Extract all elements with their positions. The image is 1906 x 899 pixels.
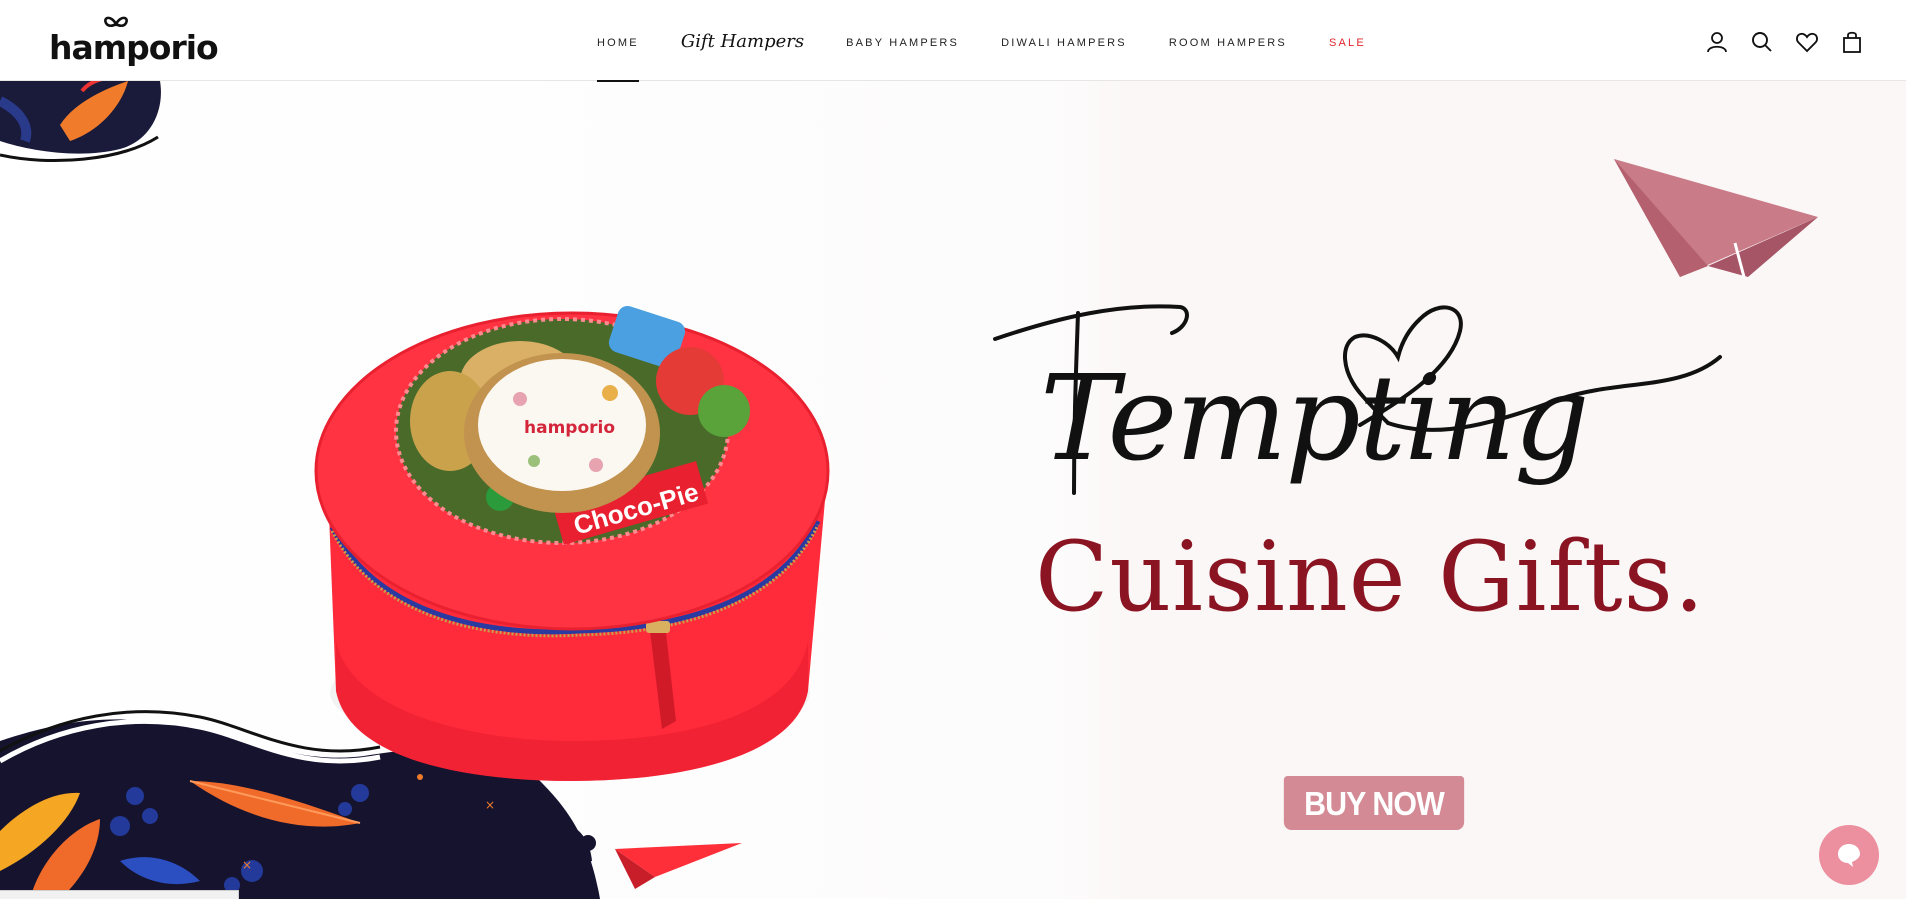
red-paper-plane-decoration bbox=[615, 843, 742, 889]
hero-headline-tempting: Tempting bbox=[1040, 349, 1589, 487]
chat-bubble-icon bbox=[1838, 844, 1860, 867]
cart-bag-icon[interactable] bbox=[1838, 28, 1866, 56]
search-icon[interactable] bbox=[1748, 28, 1776, 56]
bow-icon bbox=[104, 16, 128, 28]
red-hamper-box-image: Choco-Pie hamporio bbox=[314, 305, 830, 781]
hero-headline-cuisine-gifts: Cuisine Gifts. bbox=[1035, 521, 1706, 633]
main-nav: HOME Gift Hampers BABY HAMPERS DIWALI HA… bbox=[597, 0, 1408, 82]
top-left-leaf-decoration bbox=[0, 81, 161, 163]
nav-item-room-hampers[interactable]: ROOM HAMPERS bbox=[1169, 0, 1287, 81]
wishlist-heart-icon[interactable] bbox=[1793, 28, 1821, 56]
brand-wordmark: hamporio bbox=[49, 28, 219, 67]
lid-brand-text: hamporio bbox=[524, 418, 615, 438]
nav-item-baby-hampers[interactable]: BABY HAMPERS bbox=[846, 0, 959, 81]
svg-text:×: × bbox=[242, 858, 252, 872]
browser-status-bar bbox=[0, 890, 239, 899]
hero-illustration: × × Choco-Pie hamporio bbox=[0, 81, 1818, 899]
nav-item-diwali-hampers[interactable]: DIWALI HAMPERS bbox=[1001, 0, 1127, 81]
svg-text:×: × bbox=[485, 798, 495, 812]
site-header: hamporio HOME Gift Hampers BABY HAMPERS … bbox=[0, 0, 1906, 82]
chat-widget-button[interactable] bbox=[1819, 825, 1879, 885]
header-actions bbox=[1686, 28, 1866, 56]
nav-item-gift-hampers[interactable]: Gift Hampers bbox=[681, 0, 804, 81]
nav-item-sale[interactable]: SALE bbox=[1329, 0, 1366, 81]
pink-paper-plane-decoration bbox=[1614, 159, 1818, 278]
account-icon[interactable] bbox=[1703, 28, 1731, 56]
hero-banner: × × Choco-Pie hamporio Tempting Cuisine … bbox=[0, 81, 1906, 899]
buy-now-button[interactable]: BUY NOW bbox=[1283, 776, 1465, 830]
nav-item-home[interactable]: HOME bbox=[597, 0, 639, 82]
